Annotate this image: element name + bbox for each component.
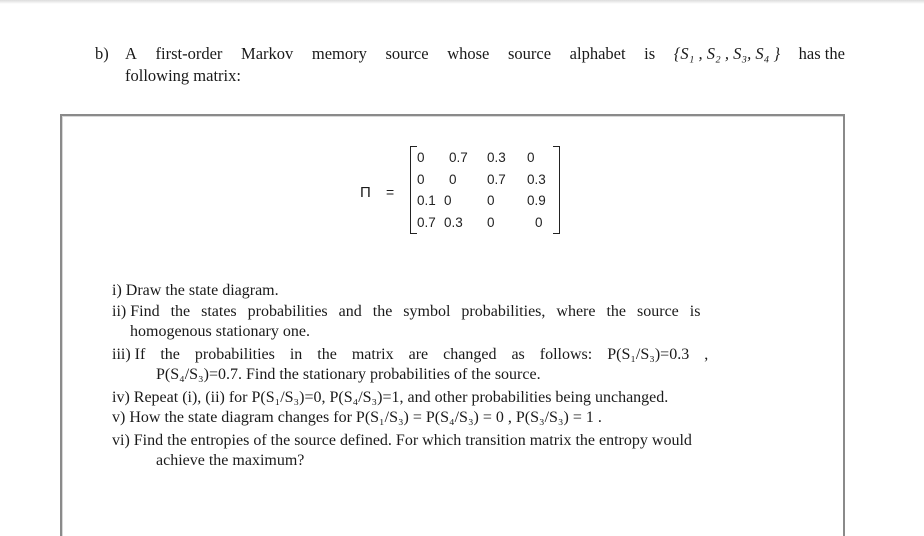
- question-text: If the probabilities in the matrix are c…: [134, 345, 709, 363]
- intro-word: is: [644, 44, 656, 63]
- question-text-cont: achieve the maximum?: [156, 452, 305, 469]
- matrix-cell: 0.3: [487, 150, 506, 165]
- matrix-cell: 0: [417, 150, 425, 165]
- question-number: ii): [112, 302, 127, 320]
- intro-word: A: [125, 44, 137, 63]
- intro-line-1: A first-order Markov memory source whose…: [125, 43, 845, 65]
- intro-line1-tail: has the: [798, 44, 845, 63]
- matrix-row: 0 0 0.7 0.3: [417, 169, 557, 191]
- matrix-equals: =: [386, 184, 395, 200]
- question-number: iii): [112, 345, 131, 363]
- question-line: iii) If the probabilities in the matrix …: [112, 345, 834, 366]
- matrix-symbol: Π: [360, 184, 371, 201]
- question-v: v) How the state diagram changes for P(S…: [112, 408, 834, 429]
- matrix-left-bracket: [410, 146, 417, 234]
- matrix-cell: 0: [527, 150, 535, 165]
- matrix-cell: 0: [487, 214, 495, 230]
- intro-word: Markov: [241, 44, 294, 63]
- question-text: How the state diagram changes for P(S₁/S…: [129, 409, 602, 426]
- question-text: Draw the state diagram.: [125, 282, 279, 299]
- matrix-cell: 0.1: [417, 193, 436, 208]
- matrix-row: 0 0.7 0.3 0: [417, 147, 557, 169]
- question-ii: ii) Find the states probabilities and th…: [112, 302, 834, 343]
- intro-word: source: [385, 44, 429, 63]
- question-number: iv): [112, 388, 130, 406]
- matrix-cell: 0.7: [487, 171, 506, 187]
- question-list: i) Draw the state diagram. ii) Find the …: [112, 281, 834, 472]
- problem-intro: b) A first-order Markov memory source wh…: [95, 43, 845, 87]
- matrix-row: 0.7 0.3 0 0: [417, 212, 557, 234]
- question-text: Find the entropies of the source defined…: [133, 431, 692, 449]
- question-text: Repeat (i), (ii) for P(S₁/S₃)=0, P(S₄/S₃…: [133, 388, 669, 406]
- matrix-row: 0.1 0 0 0.9: [417, 190, 557, 212]
- matrix-cell: 0: [487, 193, 495, 208]
- question-line-text: ii) Find the states probabilities and th…: [112, 302, 700, 323]
- intro-word: source: [507, 44, 552, 63]
- question-number: v): [112, 409, 126, 426]
- part-label: b): [95, 44, 109, 63]
- intro-word: whose: [447, 44, 490, 63]
- question-iii: iii) If the probabilities in the matrix …: [112, 345, 834, 386]
- question-text: Find the states probabilities and the sy…: [130, 302, 701, 320]
- question-number: i): [112, 282, 122, 299]
- intro-word: memory: [311, 44, 367, 63]
- matrix-cell: 0.9: [527, 193, 546, 208]
- question-iv: iv) Repeat (i), (ii) for P(S₁/S₃)=0, P(S…: [112, 388, 834, 409]
- matrix-cell: 0: [449, 171, 457, 187]
- matrix-cell: 0.3: [527, 171, 546, 187]
- source-alphabet: {S₁ , S₂ , S₃, S₄ }: [673, 44, 781, 63]
- transition-matrix: 0 0.7 0.3 0 0 0 0.7 0.3 0.1 0 0 0.9 0.7 …: [417, 147, 557, 233]
- matrix-cell: 0.7: [449, 150, 468, 165]
- matrix-cell: 0: [444, 193, 452, 208]
- question-number: vi): [112, 431, 130, 449]
- intro-body: A first-order Markov memory source whose…: [125, 43, 845, 87]
- matrix-cell: 0: [417, 171, 425, 187]
- question-vi: vi) Find the entropies of the source def…: [112, 431, 834, 472]
- question-text-cont: P(S₄/S₃)=0.7. Find the stationary probab…: [156, 366, 541, 383]
- question-i: i) Draw the state diagram.: [112, 281, 834, 302]
- question-line: ii) Find the states probabilities and th…: [112, 302, 834, 323]
- matrix-cell: 0: [535, 214, 543, 230]
- question-text-cont: homogenous stationary one.: [130, 323, 310, 340]
- intro-word: first-order: [155, 44, 223, 63]
- top-edge-shadow: [0, 0, 924, 4]
- intro-line-2: following matrix:: [125, 66, 241, 85]
- matrix-cell: 0.7: [417, 214, 436, 230]
- intro-word: alphabet: [569, 44, 626, 63]
- matrix-cell: 0.3: [444, 214, 463, 230]
